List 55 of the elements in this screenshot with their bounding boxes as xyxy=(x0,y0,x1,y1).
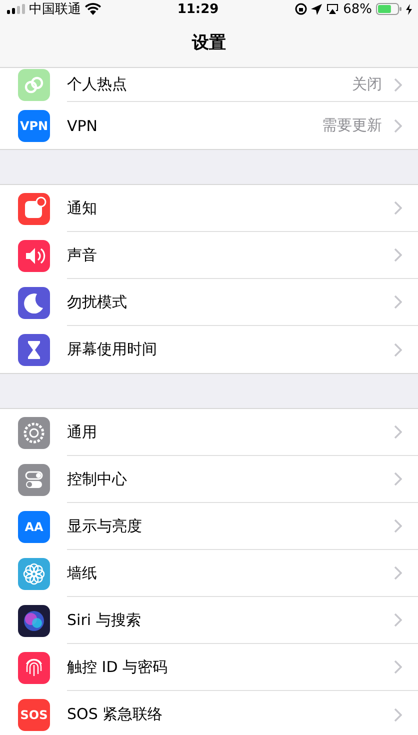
row-label: 屏幕使用时间 xyxy=(67,340,158,359)
settings-row[interactable]: AA 显示与亮度 xyxy=(0,503,418,550)
settings-row[interactable]: 触控 ID 与密码 xyxy=(0,644,418,691)
airplay-icon xyxy=(326,3,340,15)
settings-row[interactable]: 控制中心 xyxy=(0,456,418,503)
row-label: Siri 与搜索 xyxy=(67,610,142,630)
row-label: 通用 xyxy=(67,422,98,442)
settings-row[interactable]: 墙纸 xyxy=(0,550,418,597)
chevron-icon xyxy=(394,342,402,356)
settings-row[interactable]: VPN VPN 需要更新 xyxy=(0,102,418,149)
chevron-icon xyxy=(394,78,402,92)
row-value: 关闭 xyxy=(352,75,382,94)
chevron-icon xyxy=(394,472,402,486)
battery-icon xyxy=(376,3,402,15)
settings-row[interactable]: 通用 xyxy=(0,409,418,456)
rotation-lock-icon xyxy=(295,3,308,15)
chevron-icon xyxy=(394,425,402,439)
settings-row[interactable]: Siri 与搜索 xyxy=(0,597,418,644)
settings-row[interactable]: 通知 xyxy=(0,185,418,232)
row-label: 控制中心 xyxy=(67,470,128,488)
settings-row[interactable]: 屏幕使用时间 xyxy=(0,326,418,373)
row-label: VPN xyxy=(67,116,99,134)
charging-icon xyxy=(406,4,412,14)
wifi-icon xyxy=(85,3,101,15)
row-label: SOS 紧急联络 xyxy=(67,705,164,724)
chevron-icon xyxy=(394,295,402,309)
app-icon: VPN xyxy=(18,110,50,142)
row-label: 显示与亮度 xyxy=(67,516,143,536)
row-label: 墙纸 xyxy=(67,564,98,582)
settings-row[interactable]: 勿扰模式 xyxy=(0,279,418,326)
chevron-icon xyxy=(394,708,402,722)
row-value: 需要更新 xyxy=(322,116,382,135)
settings-row[interactable]: SOS SOS 紧急联络 xyxy=(0,691,418,735)
row-label: 勿扰模式 xyxy=(67,292,128,312)
chevron-icon xyxy=(394,201,402,215)
chevron-icon xyxy=(394,613,402,627)
app-icon: AA xyxy=(18,510,50,542)
carrier-name: 中国联通 xyxy=(29,1,81,18)
row-label: 个人热点 xyxy=(67,75,128,94)
chevron-icon xyxy=(394,248,402,262)
chevron-icon xyxy=(394,118,402,132)
chevron-icon xyxy=(394,660,402,674)
battery-percent: 68% xyxy=(343,2,372,16)
location-arrow-icon xyxy=(311,4,322,14)
row-label: 触控 ID 与密码 xyxy=(67,658,169,676)
clock-time: 11:29 xyxy=(177,2,219,16)
signal-icon xyxy=(7,4,25,14)
row-label: 通知 xyxy=(67,198,98,218)
app-icon: SOS xyxy=(18,698,50,730)
settings-row[interactable]: 声音 xyxy=(0,232,418,279)
page-title: 设置 xyxy=(192,32,226,54)
row-label: 声音 xyxy=(67,246,98,264)
chevron-icon xyxy=(394,519,402,533)
chevron-icon xyxy=(394,566,402,580)
settings-row[interactable]: 个人热点 关闭 xyxy=(0,68,418,102)
